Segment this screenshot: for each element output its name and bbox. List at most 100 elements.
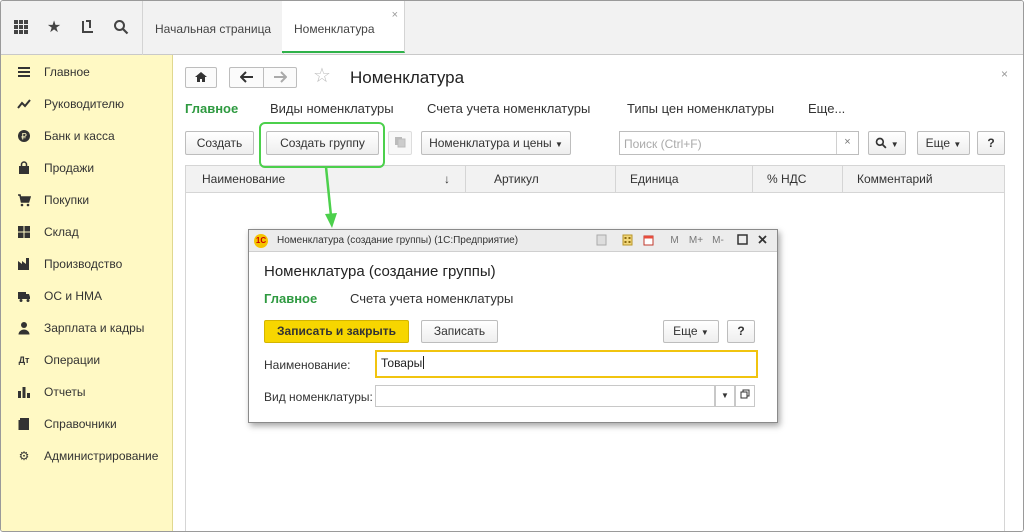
sidebar-item-label: ОС и НМА [44,289,103,303]
column-vat[interactable]: % НДС [753,166,843,192]
name-label: Наименование: [264,358,351,372]
sidebar-item-label: Главное [44,65,90,79]
close-icon[interactable] [756,234,769,247]
person-icon [17,321,31,335]
sidebar-item-assets[interactable]: ОС и НМА [1,281,173,311]
trend-chart-icon [17,97,31,111]
dialog-tab-accounts[interactable]: Счета учета номенклатуры [350,291,513,306]
kind-field[interactable] [375,385,715,407]
sidebar-item-label: Справочники [44,417,117,431]
factory-icon [17,257,31,271]
column-label: Наименование [202,172,286,186]
copy-icon[interactable] [388,131,412,155]
column-label: Артикул [494,172,539,186]
shopping-bag-icon [17,161,31,175]
sidebar-item-sales[interactable]: Продажи [1,153,173,183]
create-button[interactable]: Создать [185,131,254,155]
sidebar-item-purchases[interactable]: Покупки [1,185,173,215]
sidebar-item-salary[interactable]: Зарплата и кадры [1,313,173,343]
bar-chart-icon [17,385,31,399]
sidebar-item-reports[interactable]: Отчеты [1,377,173,407]
tab-nomenclature[interactable]: Номенклатура × [282,1,405,53]
create-group-dialog: 1С Номенклатура (создание группы) (1С:Пр… [248,229,778,423]
tab-nomenclature-kinds[interactable]: Виды номенклатуры [270,101,394,116]
column-comment[interactable]: Комментарий [843,166,1004,192]
dialog-tab-main[interactable]: Главное [264,291,317,306]
sidebar-item-operations[interactable]: Дт Операции [1,345,173,375]
sidebar-item-production[interactable]: Производство [1,249,173,279]
dropdown-arrow-icon: ▼ [555,140,563,149]
history-icon[interactable] [79,19,97,37]
truck-icon [17,289,31,303]
clear-search-icon[interactable]: × [836,132,858,154]
sidebar-item-label: Отчеты [44,385,86,399]
page-title: Номенклатура [350,68,465,87]
apps-grid-icon[interactable] [12,19,30,37]
sidebar-item-administration[interactable]: ⚙ Администрирование [1,441,173,471]
save-button[interactable]: Записать [421,320,498,343]
sidebar-item-label: Зарплата и кадры [44,321,145,335]
tab-more[interactable]: Еще... [808,101,845,116]
highlight-arrow [324,166,337,228]
name-field[interactable]: Товары [375,350,758,378]
column-label: Комментарий [857,172,933,186]
tab-price-types[interactable]: Типы цен номенклатуры [627,101,774,116]
top-bar: ★ Начальная страница Номенклатура × [1,1,1023,55]
dropdown-arrow-icon: ▼ [700,328,709,337]
cart-icon [17,193,32,207]
tab-label: Начальная страница [155,22,272,36]
column-article[interactable]: Артикул [466,166,616,192]
document-icon[interactable] [595,234,608,247]
maximize-icon[interactable] [736,234,749,247]
ruble-coin-icon: ₽ [17,129,31,143]
close-icon[interactable]: × [1001,67,1008,81]
sidebar-item-manager[interactable]: Руководителю [1,89,173,119]
calculator-icon[interactable] [621,234,634,247]
1c-logo-icon: 1С [254,234,268,248]
highlight-box [259,122,385,168]
tab-home-page[interactable]: Начальная страница [143,1,285,55]
favorite-star-icon[interactable]: ☆ [313,65,331,87]
tab-main[interactable]: Главное [185,101,238,116]
dialog-more-button[interactable]: Еще ▼ [663,320,719,343]
sidebar-item-label: Руководителю [44,97,125,111]
back-button[interactable] [229,67,263,88]
search-options-button[interactable]: ▼ [868,131,906,155]
column-unit[interactable]: Единица [616,166,753,192]
calendar-icon[interactable] [642,234,655,247]
search-input[interactable]: Поиск (Ctrl+F) × [619,131,859,155]
top-icons: ★ [1,1,143,55]
forward-button[interactable] [263,67,297,88]
sidebar-item-label: Продажи [44,161,95,175]
favorites-star-icon[interactable]: ★ [45,19,63,37]
sidebar-item-main[interactable]: Главное [1,57,173,87]
sidebar-item-bank[interactable]: ₽ Банк и касса [1,121,173,151]
dialog-titlebar: 1С Номенклатура (создание группы) (1С:Пр… [249,230,777,252]
search-icon[interactable] [112,19,130,37]
button-label: Еще [925,136,951,150]
kind-dropdown-arrow-icon[interactable]: ▼ [715,385,735,407]
more-button[interactable]: Еще ▼ [917,131,970,155]
memory-minus-icon[interactable]: M- [710,234,726,247]
memory-icon[interactable]: M [668,234,681,247]
nomenclature-prices-button[interactable]: Номенклатура и цены ▼ [421,131,571,155]
save-and-close-button[interactable]: Записать и закрыть [264,320,409,343]
text-caret [423,356,425,369]
home-button[interactable] [185,67,217,88]
tab-accounts[interactable]: Счета учета номенклатуры [427,101,590,116]
sidebar-item-label: Покупки [44,193,90,207]
name-field-value: Товары [381,356,425,370]
sidebar-item-label: Операции [44,353,101,367]
dialog-window-title: Номенклатура (создание группы) (1С:Предп… [277,235,519,246]
table-header: Наименование ↓ Артикул Единица % НДС Ком… [185,165,1005,193]
open-form-icon[interactable] [735,385,755,407]
sidebar-item-directories[interactable]: Справочники [1,409,173,439]
app-window: ★ Начальная страница Номенклатура × Глав… [0,0,1024,532]
column-label: Единица [630,172,679,186]
dialog-help-button[interactable]: ? [727,320,755,343]
memory-plus-icon[interactable]: M+ [688,234,704,247]
sidebar-item-warehouse[interactable]: Склад [1,217,173,247]
sidebar: Главное Руководителю ₽ Банк и касса Прод… [1,55,173,531]
tab-close-icon[interactable]: × [392,10,398,21]
help-button[interactable]: ? [977,131,1005,155]
